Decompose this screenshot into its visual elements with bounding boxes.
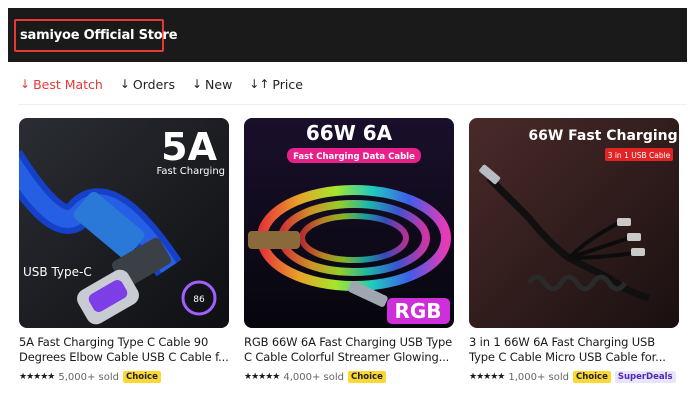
product-title[interactable]: RGB 66W 6A Fast Charging USB Type C Cabl… [244,335,454,365]
image-text-rgb: RGB [394,299,441,323]
sort-new[interactable]: ↓ New [192,77,232,92]
product-meta: ★★★★★ 4,000+ sold Choice [244,371,454,383]
choice-badge: Choice [572,371,611,383]
sort-label: Best Match [33,76,103,92]
divider [18,104,687,105]
sold-count: 4,000+ sold [283,371,344,383]
sort-bar: ↓ Best Match ↓ Orders ↓ New ↓↑ Price [20,74,303,94]
image-text-big: 5A [161,125,217,169]
sort-arrow-icon: ↓ [20,77,31,91]
image-text-sub: 3 in 1 USB Cable [608,151,671,160]
image-text-sub: Fast Charging [157,166,225,177]
store-name-highlight[interactable]: samiyoe Official Store [14,19,178,52]
image-text-big: 66W Fast Charging [528,128,677,144]
sort-best-match[interactable]: ↓ Best Match [20,77,103,92]
sort-label: Price [272,76,303,92]
sort-label: Orders [132,76,175,92]
sold-count: 5,000+ sold [58,371,119,383]
choice-badge: Choice [347,371,386,383]
product-title[interactable]: 5A Fast Charging Type C Cable 90 Degrees… [19,335,229,365]
product-image-art: 66W 6A Fast Charging Data Cable RGB [244,118,454,328]
store-name[interactable]: samiyoe Official Store [20,28,178,43]
sort-orders[interactable]: ↓ Orders [120,77,175,92]
rating-stars-icon: ★★★★★ [19,372,55,382]
product-image[interactable]: 66W Fast Charging 3 in 1 USB Cable [469,118,679,328]
store-header: samiyoe Official Store [8,8,687,62]
product-card[interactable]: 66W Fast Charging 3 in 1 USB Cable 3 in … [469,118,679,383]
sort-arrow-icon: ↓ [119,77,130,91]
sold-count: 1,000+ sold [508,371,569,383]
product-title[interactable]: 3 in 1 66W 6A Fast Charging USB Type C C… [469,335,679,365]
choice-badge: Choice [122,371,161,383]
product-card[interactable]: 5A Fast Charging USB Type-C 86 5A Fast C… [19,118,229,383]
product-image-art: 5A Fast Charging USB Type-C 86 [19,118,229,328]
image-text-sub: Fast Charging Data Cable [293,152,415,162]
image-text-big: 66W 6A [306,121,393,145]
image-text-dial: 86 [193,295,205,305]
product-meta: ★★★★★ 1,000+ sold Choice SuperDeals [469,371,679,383]
sort-arrow-icon: ↓ [191,77,203,91]
sort-price[interactable]: ↓↑ Price [249,77,303,92]
product-card[interactable]: 66W 6A Fast Charging Data Cable RGB RGB … [244,118,454,383]
image-text-type: USB Type-C [23,265,92,279]
product-image-art: 66W Fast Charging 3 in 1 USB Cable [469,118,679,328]
sort-arrow-icon: ↓↑ [249,77,270,91]
product-image[interactable]: 66W 6A Fast Charging Data Cable RGB [244,118,454,328]
product-image[interactable]: 5A Fast Charging USB Type-C 86 [19,118,229,328]
sort-label: New [205,76,233,92]
rating-stars-icon: ★★★★★ [469,372,505,382]
rating-stars-icon: ★★★★★ [244,372,280,382]
product-meta: ★★★★★ 5,000+ sold Choice [19,371,229,383]
superdeals-badge: SuperDeals [614,371,676,383]
